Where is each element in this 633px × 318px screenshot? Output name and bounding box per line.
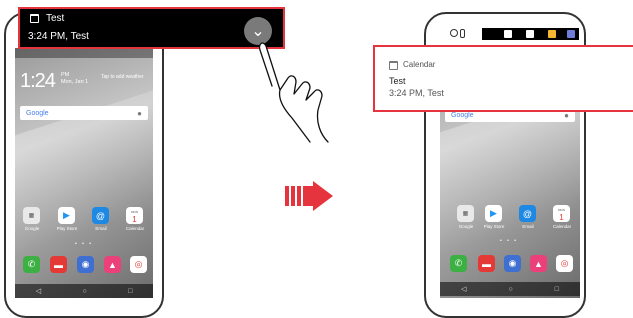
clock-time: 1:24	[20, 70, 56, 92]
calendar-icon-day: 1	[132, 214, 137, 224]
chrome-icon[interactable]: ◎	[556, 255, 573, 272]
calendar-icon	[389, 61, 398, 70]
navigation-bar: ◁ ○ □	[440, 282, 580, 296]
notification-title: Test	[46, 13, 65, 24]
messages-icon[interactable]: ▬	[478, 255, 495, 272]
gallery-icon[interactable]: ▲	[530, 255, 547, 272]
page-indicator: • • •	[75, 241, 94, 247]
google-search-bar[interactable]: Google ●	[20, 106, 148, 120]
notification-expanded[interactable]: Calendar Test 3:24 PM, Test	[373, 45, 633, 112]
phone-icon[interactable]: ✆	[23, 256, 40, 273]
weather-hint[interactable]: Tap to add weather	[101, 74, 144, 80]
chrome-icon[interactable]: ◎	[130, 256, 147, 273]
camera-icon[interactable]: ◉	[77, 256, 94, 273]
google-folder-icon[interactable]: ▦	[23, 207, 40, 224]
app-label-play-store: Play Store	[56, 226, 78, 231]
play-store-icon[interactable]: ▶	[58, 207, 75, 224]
phone-icon[interactable]: ✆	[450, 255, 467, 272]
app-label-play-store: Play Store	[483, 224, 505, 229]
app-label-email: Email	[522, 224, 534, 229]
front-camera-icon	[450, 29, 458, 37]
notification-subtitle: 3:24 PM, Test	[28, 31, 89, 42]
back-icon[interactable]: ◁	[461, 285, 466, 293]
pen-icon[interactable]	[504, 30, 512, 38]
app-label-calendar: Calendar	[552, 224, 572, 229]
calendar-icon	[30, 14, 39, 23]
notification-app-name: Calendar	[403, 60, 436, 69]
mic-icon[interactable]: ●	[137, 109, 142, 118]
clock-ampm: PM	[61, 72, 70, 78]
camera-icon[interactable]: ◉	[504, 255, 521, 272]
left-phone-screen: 1:24 PM Mon, Jan 1 Tap to add weather Go…	[15, 48, 153, 298]
app-label-email: Email	[95, 226, 107, 231]
email-icon[interactable]: @	[92, 207, 109, 224]
tap-hand-icon	[258, 42, 329, 143]
gear-icon[interactable]	[567, 30, 575, 38]
app-label-calendar: Calendar	[125, 226, 145, 231]
app-label-google: Google	[458, 224, 474, 229]
home-icon[interactable]: ○	[82, 288, 86, 295]
notification-subtitle: 3:24 PM, Test	[389, 88, 444, 98]
notification-title: Test	[389, 76, 406, 86]
right-phone-top	[440, 25, 580, 45]
google-folder-icon[interactable]: ▦	[457, 205, 474, 222]
calendar-icon[interactable]: MON 1	[126, 207, 143, 224]
clock-date: Mon, Jan 1	[61, 79, 89, 85]
sensor-icon	[460, 29, 465, 38]
folder-icon[interactable]	[548, 30, 556, 38]
note-icon[interactable]	[526, 30, 534, 38]
gallery-icon[interactable]: ▲	[104, 256, 121, 273]
search-brand: Google	[26, 109, 49, 117]
calendar-icon-day: 1	[559, 212, 564, 222]
recents-icon[interactable]: □	[128, 288, 132, 295]
home-icon[interactable]: ○	[508, 286, 512, 293]
page-indicator: • • •	[500, 238, 519, 244]
calendar-icon[interactable]: MON 1	[553, 205, 570, 222]
messages-icon[interactable]: ▬	[50, 256, 67, 273]
second-screen-bar	[482, 28, 579, 40]
transition-arrow-icon	[285, 181, 333, 211]
back-icon[interactable]: ◁	[36, 287, 41, 295]
play-store-icon[interactable]: ▶	[485, 205, 502, 222]
app-label-google: Google	[24, 226, 40, 231]
search-brand: Google	[451, 111, 474, 119]
navigation-bar: ◁ ○ □	[15, 284, 153, 298]
email-icon[interactable]: @	[519, 205, 536, 222]
status-bar	[15, 48, 153, 58]
recents-icon[interactable]: □	[555, 286, 559, 293]
